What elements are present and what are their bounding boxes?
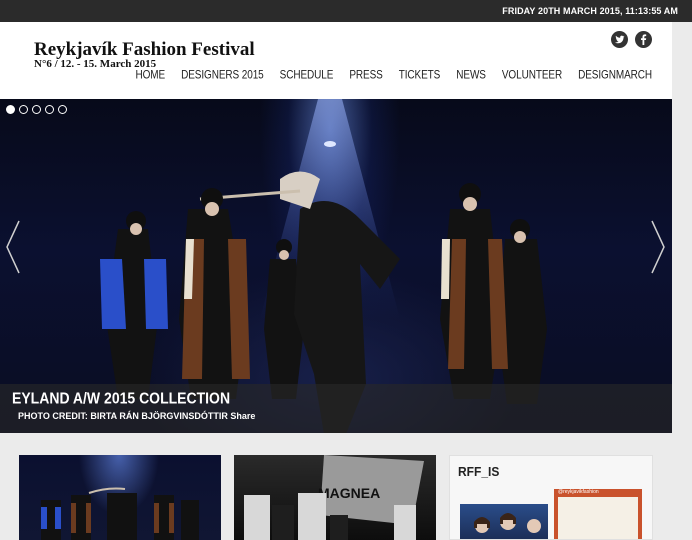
instagram-post-image: [558, 497, 638, 539]
top-bar: FRIDAY 20TH MARCH 2015, 11:13:55 AM: [0, 0, 692, 22]
feed-title[interactable]: RFF_IS: [458, 464, 499, 479]
slide-title[interactable]: EYLAND A/W 2015 COLLECTION: [12, 389, 230, 407]
news-card-2[interactable]: MAGNEA: [234, 455, 436, 540]
card-photo-backstage: MAGNEA: [244, 455, 424, 540]
facebook-icon[interactable]: [635, 31, 652, 48]
nav-news[interactable]: NEWS: [456, 69, 486, 82]
nav-designers[interactable]: DESIGNERS 2015: [181, 69, 264, 82]
site-header: Reykjavík Fashion Festival N°6 / 12. - 1…: [0, 22, 672, 99]
slide-dot-4[interactable]: [45, 105, 54, 114]
instagram-handle: @reykjavikfashion: [558, 489, 599, 495]
hero-slider[interactable]: EYLAND A/W 2015 COLLECTION PHOTO CREDIT:…: [0, 99, 672, 433]
news-card-1[interactable]: [19, 455, 221, 540]
nav-tickets[interactable]: TICKETS: [399, 69, 441, 82]
instagram-feed: RFF_IS @reykjavikfashion: [449, 455, 653, 540]
slide-dots: [6, 105, 67, 114]
slide-dot-1[interactable]: [6, 105, 15, 114]
photo-credit: PHOTO CREDIT: BIRTA RÁN BJÖRGVINSDÓTTIR …: [18, 411, 256, 421]
slide-dot-3[interactable]: [32, 105, 41, 114]
nav-press[interactable]: PRESS: [349, 69, 383, 82]
card-photo-runway: [41, 487, 199, 540]
nav-home[interactable]: HOME: [136, 69, 166, 82]
instagram-post-1[interactable]: [460, 504, 548, 539]
nav-designmarch[interactable]: DESIGNMARCH: [578, 69, 652, 82]
slide-dot-5[interactable]: [58, 105, 67, 114]
magnea-sign: MAGNEA: [318, 485, 380, 501]
runway-photo: [100, 99, 547, 433]
twitter-icon[interactable]: [611, 31, 628, 48]
nav-schedule[interactable]: SCHEDULE: [280, 69, 334, 82]
main-nav: HOME DESIGNERS 2015 SCHEDULE PRESS TICKE…: [136, 69, 653, 82]
next-arrow-icon[interactable]: [650, 219, 666, 275]
slide-dot-2[interactable]: [19, 105, 28, 114]
date-time: FRIDAY 20TH MARCH 2015, 11:13:55 AM: [502, 6, 678, 16]
instagram-post-2[interactable]: @reykjavikfashion: [554, 489, 642, 539]
prev-arrow-icon[interactable]: [5, 219, 21, 275]
slide-caption: EYLAND A/W 2015 COLLECTION PHOTO CREDIT:…: [0, 384, 672, 433]
nav-volunteer[interactable]: VOLUNTEER: [502, 69, 562, 82]
